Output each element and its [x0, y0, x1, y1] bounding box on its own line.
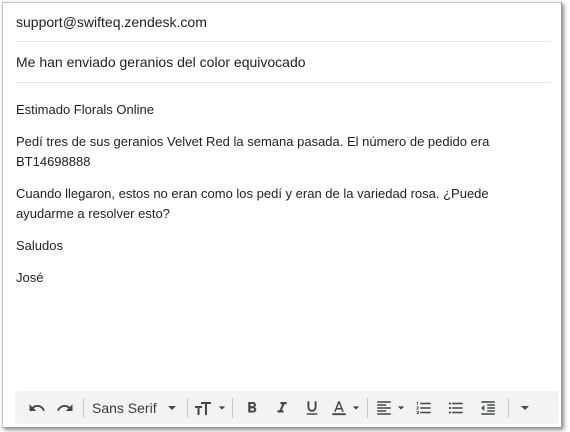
toolbar-divider: [231, 397, 233, 418]
subject-field[interactable]: Me han enviado geranios del color equivo…: [16, 42, 551, 83]
undo-icon: [28, 399, 46, 417]
font-size-icon: [194, 399, 214, 417]
body-signature: José: [16, 270, 44, 285]
body-greeting: Estimado Florals Online: [16, 102, 154, 117]
toolbar-divider: [83, 397, 84, 418]
align-icon: [375, 399, 393, 417]
subject-text: Me han enviado geranios del color equivo…: [16, 54, 306, 70]
redo-icon: [56, 399, 74, 417]
italic-button[interactable]: [267, 395, 297, 421]
indent-less-icon: [479, 399, 497, 417]
underline-icon: [303, 399, 321, 417]
more-options-icon: [520, 403, 530, 413]
bulleted-list-icon: [447, 399, 465, 417]
align-button[interactable]: [372, 395, 408, 421]
undo-button[interactable]: [23, 395, 51, 421]
font-size-button[interactable]: [192, 395, 228, 421]
redo-button[interactable]: [51, 395, 79, 421]
compose-window: support@swifteq.zendesk.com Me han envia…: [2, 2, 562, 428]
bold-icon: [243, 399, 261, 417]
body-paragraph-2: Cuando llegaron, estos no eran como los …: [16, 186, 489, 221]
underline-button[interactable]: [297, 395, 327, 421]
body-closing: Saludos: [16, 238, 63, 253]
message-body[interactable]: Estimado Florals Online Pedí tres de sus…: [16, 100, 549, 300]
chevron-down-icon: [167, 403, 177, 413]
toolbar-divider: [507, 397, 509, 418]
bold-button[interactable]: [237, 395, 267, 421]
numbered-list-button[interactable]: [408, 395, 440, 421]
indent-less-button[interactable]: [472, 395, 504, 421]
more-options-button[interactable]: [513, 395, 537, 421]
chevron-down-icon: [218, 404, 226, 412]
body-paragraph-1: Pedí tres de sus geranios Velvet Red la …: [16, 134, 490, 169]
text-color-button[interactable]: [327, 395, 363, 421]
numbered-list-icon: [415, 399, 433, 417]
to-field[interactable]: support@swifteq.zendesk.com: [16, 3, 551, 42]
italic-icon: [273, 399, 291, 417]
font-family-label: Sans Serif: [92, 399, 157, 416]
chevron-down-icon: [352, 404, 360, 412]
formatting-toolbar: Sans Serif: [15, 391, 559, 424]
toolbar-divider: [186, 397, 188, 418]
toolbar-divider: [366, 397, 368, 418]
to-recipient: support@swifteq.zendesk.com: [16, 14, 207, 30]
chevron-down-icon: [397, 404, 405, 412]
font-family-select[interactable]: Sans Serif: [88, 395, 183, 421]
text-color-icon: [330, 399, 348, 417]
bulleted-list-button[interactable]: [440, 395, 472, 421]
